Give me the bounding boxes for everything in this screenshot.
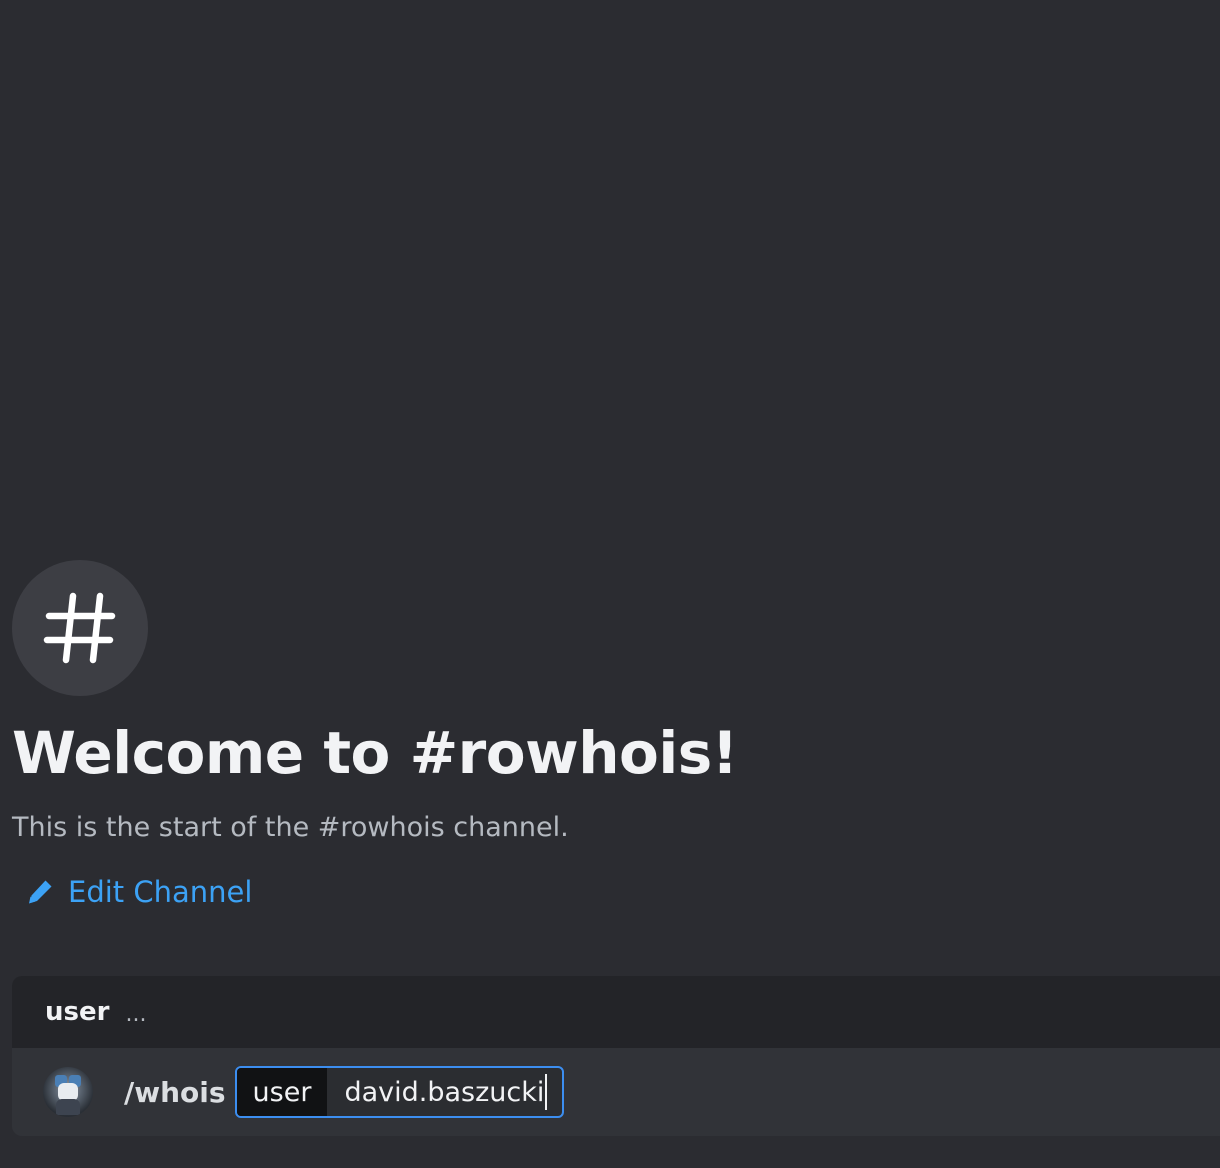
command-option-field[interactable]: user david.baszucki [234, 1066, 565, 1118]
hash-icon [43, 592, 116, 664]
channel-welcome: Welcome to #rowhois! This is the start o… [12, 560, 738, 909]
command-name: /whois [124, 1075, 226, 1109]
option-value-text: david.baszucki [344, 1076, 545, 1108]
pencil-icon [29, 880, 52, 904]
text-caret [545, 1074, 548, 1110]
command-input-row[interactable]: /whois user david.baszucki [12, 1048, 1220, 1136]
edit-channel-label: Edit Channel [68, 875, 253, 909]
welcome-description: This is the start of the #rowhois channe… [12, 812, 569, 843]
channel-icon-badge [12, 560, 148, 696]
slash-command-panel: user ... /whois user david.baszucki [12, 976, 1220, 1136]
bot-avatar [43, 1067, 93, 1117]
option-ellipsis: ... [125, 1001, 147, 1027]
option-value-input[interactable]: david.baszucki [327, 1068, 562, 1116]
option-name[interactable]: user [45, 997, 109, 1027]
edit-channel-link[interactable]: Edit Channel [26, 875, 738, 909]
chat-area: Welcome to #rowhois! This is the start o… [0, 0, 1220, 1168]
command-options-bar: user ... [12, 976, 1220, 1048]
option-label: user [236, 1068, 328, 1116]
welcome-title: Welcome to #rowhois! [12, 719, 738, 787]
